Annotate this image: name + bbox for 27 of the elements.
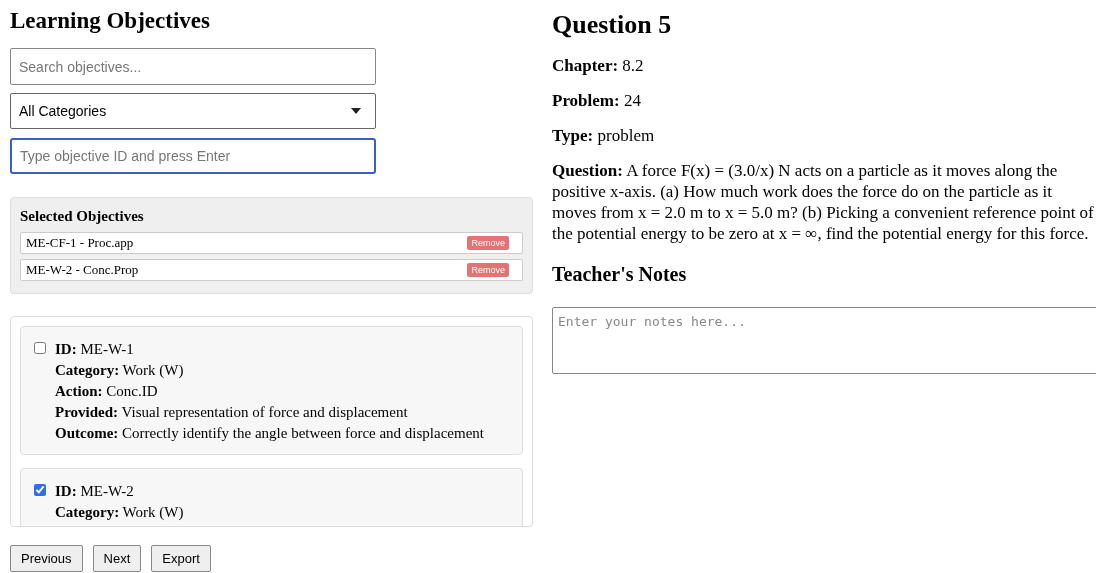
objective-label: ME-W-2 - Conc.Prop xyxy=(26,261,139,280)
question-detail: Type: problem xyxy=(552,125,656,146)
section-title: Selected Objectives xyxy=(20,207,145,226)
objective-detail: Provided: Visual representation of force and displacement xyxy=(55,403,409,422)
search-field[interactable]: Search objectives... xyxy=(10,48,376,85)
question-title: Question 5 xyxy=(552,9,673,41)
objective-detail: Category: Work (W) xyxy=(55,361,185,380)
objective-checkbox[interactable] xyxy=(34,342,46,354)
panel-title: Learning Objectives xyxy=(10,7,211,35)
nav-button[interactable]: Export xyxy=(151,545,211,572)
section-title: Teacher's Notes xyxy=(552,262,688,287)
nav-button[interactable]: Next xyxy=(92,545,142,572)
caret-icon xyxy=(351,108,361,114)
objective-detail: Category: Work (W) xyxy=(55,503,184,522)
objective-detail: ID: ME-W-2 xyxy=(55,482,135,501)
question-detail: Problem: 24 xyxy=(552,90,642,111)
objective-detail: Outcome: Correctly identify the angle between force and displacement xyxy=(55,424,484,443)
objective-detail: ID: ME-W-1 xyxy=(55,340,135,359)
question-text: Question: A force F(x) = (3.0/x) N acts on a particle as it moves along the positive x-axis. (a) How much work does the force do on the particle as it moves from x = 2.0 m to x = 5.0 m? (b) Picking a convenient reference point of the potential energy to be zero at x = ∞, find the potential energy for this force. xyxy=(552,160,1095,244)
notes-field[interactable]: Enter your notes here... xyxy=(552,307,1096,374)
nav-button[interactable]: Previous xyxy=(10,545,83,572)
objective-label: ME-CF-1 - Proc.app xyxy=(26,234,134,253)
objective-id-field[interactable]: Type objective ID and press Enter xyxy=(10,138,376,174)
category-dropdown[interactable]: All Categories xyxy=(10,93,376,129)
objective-detail: Action: Conc.ID xyxy=(55,382,159,401)
objective-checkbox[interactable] xyxy=(34,484,46,496)
question-detail: Chapter: 8.2 xyxy=(552,55,645,76)
